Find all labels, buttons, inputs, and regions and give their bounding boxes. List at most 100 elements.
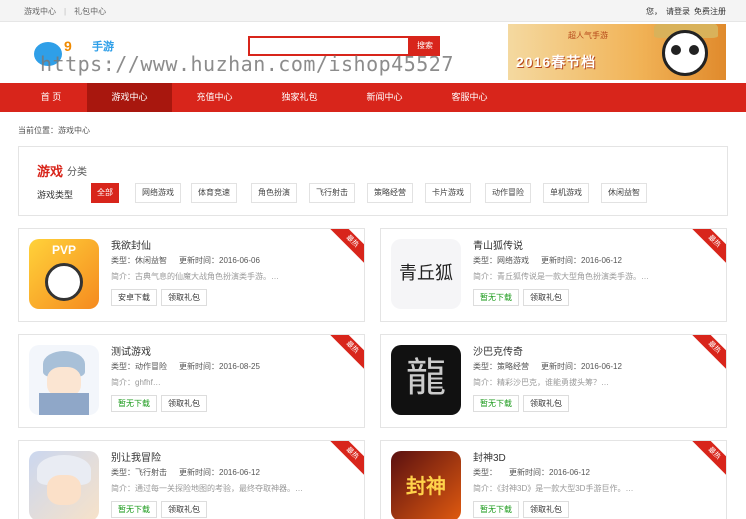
icon-glyph: 封神: [406, 474, 446, 498]
game-type: 类型：休闲益智: [111, 256, 167, 265]
android-download-button[interactable]: 安卓下载: [111, 289, 157, 306]
top-link-gift-center[interactable]: 礼包中心: [74, 7, 106, 16]
game-name[interactable]: 沙巴克传奇: [473, 343, 523, 358]
silver-hair-hero-icon: [29, 451, 99, 519]
category-filter: 游戏 分类 游戏类型 全部 网络游戏 体育竞速 角色扮演 飞行射击 策略经营 卡…: [18, 146, 728, 216]
game-meta: 类型：策略经营 更新时间：2016-06-12: [473, 361, 634, 372]
banner-subtitle: 超人气手游: [568, 31, 608, 40]
filter-subtitle: 分类: [67, 167, 87, 178]
game-type: 类型：: [473, 468, 497, 477]
hot-ribbon: 最热: [688, 335, 726, 374]
divider: |: [64, 7, 67, 16]
no-download-button[interactable]: 暂无下载: [111, 395, 157, 412]
game-desc: 简介：古典气息的仙魔大战角色扮演类手游。…: [111, 272, 279, 281]
fengshen-3d-icon: 封神: [391, 451, 461, 519]
claim-gift-button[interactable]: 领取礼包: [161, 395, 207, 412]
game-desc: 简介：ghfhf…: [111, 378, 161, 387]
no-download-button[interactable]: 暂无下载: [473, 501, 519, 518]
filter-tag[interactable]: 网络游戏: [135, 183, 181, 203]
hot-ribbon: 最热: [688, 229, 726, 268]
nav-item-recharge[interactable]: 充值中心: [172, 83, 257, 112]
login-link[interactable]: 请登录: [666, 7, 690, 16]
game-meta: 类型：网络游戏 更新时间：2016-06-12: [473, 255, 634, 266]
filter-label: 游戏类型: [37, 190, 74, 200]
register-link[interactable]: 免费注册: [694, 7, 726, 16]
game-name[interactable]: 封神3D: [473, 449, 506, 464]
game-card[interactable]: 青丘狐 青山狐传说 类型：网络游戏 更新时间：2016-06-12 简介：青丘狐传…: [380, 228, 727, 322]
nav-item-game-center[interactable]: 游戏中心: [87, 83, 172, 112]
icon-glyph: 龍: [406, 355, 446, 401]
claim-gift-button[interactable]: 领取礼包: [523, 395, 569, 412]
claim-gift-button[interactable]: 领取礼包: [523, 501, 569, 518]
game-name[interactable]: 测试游戏: [111, 343, 151, 358]
top-bar: 游戏中心 | 礼包中心 您， 请登录 免费注册: [0, 0, 746, 22]
game-name[interactable]: 我欲封仙: [111, 237, 151, 252]
game-desc: 简介：通过每一关探险地图的考验，最终夺取神器。…: [111, 484, 303, 493]
face-shape: [47, 475, 81, 505]
claim-gift-button[interactable]: 领取礼包: [161, 501, 207, 518]
watermark: https://www.huzhan.com/ishop45527: [40, 52, 454, 76]
game-update-time: 更新时间：2016-06-12: [509, 468, 590, 477]
panda-face-shape: [45, 263, 83, 301]
hot-ribbon: 最热: [326, 229, 364, 268]
banner-title: 2016春节档: [516, 54, 597, 70]
hot-ribbon: 最热: [326, 335, 364, 374]
game-meta: 类型：动作冒险 更新时间：2016-08-25: [111, 361, 272, 372]
game-card[interactable]: 封神 封神3D 类型： 更新时间：2016-06-12 简介：《封神3D》是一款大…: [380, 440, 727, 519]
game-update-time: 更新时间：2016-06-06: [179, 256, 260, 265]
game-meta: 类型： 更新时间：2016-06-12: [473, 467, 602, 478]
game-update-time: 更新时间：2016-06-12: [541, 256, 622, 265]
game-name[interactable]: 别让我冒险: [111, 449, 161, 464]
filter-tag[interactable]: 单机游戏: [543, 183, 589, 203]
filter-title: 游戏: [37, 164, 64, 179]
filter-tag[interactable]: 体育竞速: [191, 183, 237, 203]
greeting-text: 您，: [646, 7, 662, 16]
filter-tag[interactable]: 飞行射击: [309, 183, 355, 203]
game-type: 类型：飞行射击: [111, 468, 167, 477]
body-shape: [39, 393, 89, 415]
filter-tag[interactable]: 休闲益智: [601, 183, 647, 203]
game-meta: 类型：休闲益智 更新时间：2016-06-06: [111, 255, 272, 266]
game-desc: 简介：青丘狐传说是一款大型角色扮演类手游。…: [473, 272, 649, 281]
game-desc: 简介：《封神3D》是一款大型3D手游巨作。…: [473, 484, 634, 493]
filter-tag[interactable]: 卡片游戏: [425, 183, 471, 203]
filter-tag[interactable]: 角色扮演: [251, 183, 297, 203]
fox-calligraphy-icon: 青丘狐: [391, 239, 461, 309]
game-update-time: 更新时间：2016-08-25: [179, 362, 260, 371]
game-card[interactable]: PVP 我欲封仙 类型：休闲益智 更新时间：2016-06-06 简介：古典气息的…: [18, 228, 365, 322]
game-type: 类型：策略经营: [473, 362, 529, 371]
claim-gift-button[interactable]: 领取礼包: [523, 289, 569, 306]
game-card[interactable]: 别让我冒险 类型：飞行射击 更新时间：2016-06-12 简介：通过每一关探险地…: [18, 440, 365, 519]
nav-item-service[interactable]: 客服中心: [427, 83, 512, 112]
main-nav: 首 页 游戏中心 充值中心 独家礼包 新闻中心 客服中心: [0, 83, 746, 112]
no-download-button[interactable]: 暂无下载: [111, 501, 157, 518]
nav-item-home[interactable]: 首 页: [10, 83, 92, 112]
game-type: 类型：动作冒险: [111, 362, 167, 371]
top-links: 游戏中心 | 礼包中心: [24, 6, 114, 17]
nav-item-gifts[interactable]: 独家礼包: [257, 83, 342, 112]
no-download-button[interactable]: 暂无下载: [473, 289, 519, 306]
top-user-links: 您， 请登录 免费注册: [642, 6, 726, 17]
promo-banner[interactable]: 超人气手游 2016春节档: [508, 24, 726, 80]
hot-ribbon: 最热: [326, 441, 364, 480]
claim-gift-button[interactable]: 领取礼包: [161, 289, 207, 306]
filter-tag[interactable]: 动作冒险: [485, 183, 531, 203]
icon-glyph: 青丘狐: [399, 263, 453, 284]
breadcrumb: 当前位置：游戏中心: [18, 126, 90, 135]
game-desc: 简介：精彩沙巴克，谁能勇拔头筹？…: [473, 378, 609, 387]
game-card[interactable]: 龍 沙巴克传奇 类型：策略经营 更新时间：2016-06-12 简介：精彩沙巴克，…: [380, 334, 727, 428]
panda-hero-icon: PVP: [29, 239, 99, 309]
game-update-time: 更新时间：2016-06-12: [179, 468, 260, 477]
top-link-game-center[interactable]: 游戏中心: [24, 7, 56, 16]
game-card[interactable]: 测试游戏 类型：动作冒险 更新时间：2016-08-25 简介：ghfhf… 暂无…: [18, 334, 365, 428]
filter-tag-all[interactable]: 全部: [91, 183, 119, 203]
game-meta: 类型：飞行射击 更新时间：2016-06-12: [111, 467, 272, 478]
game-update-time: 更新时间：2016-06-12: [541, 362, 622, 371]
game-name[interactable]: 青山狐传说: [473, 237, 523, 252]
nav-item-news[interactable]: 新闻中心: [342, 83, 427, 112]
filter-tag[interactable]: 策略经营: [367, 183, 413, 203]
game-type: 类型：网络游戏: [473, 256, 529, 265]
hot-ribbon: 最热: [688, 441, 726, 480]
panda-icon: [662, 30, 708, 76]
no-download-button[interactable]: 暂无下载: [473, 395, 519, 412]
